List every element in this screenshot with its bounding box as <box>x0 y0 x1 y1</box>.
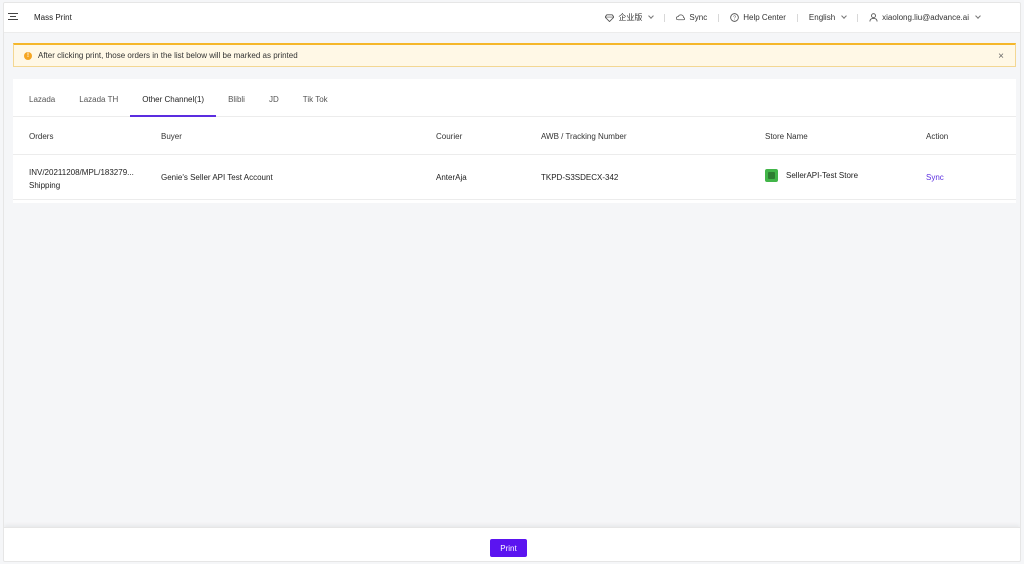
cloud-sync-icon <box>676 14 686 21</box>
store-cell: SellerAPI-Test Store <box>765 169 858 182</box>
svg-text:?: ? <box>733 16 736 22</box>
edition-label: 企业版 <box>618 13 643 22</box>
print-button[interactable]: Print <box>490 539 527 557</box>
order-status: Shipping <box>29 181 61 190</box>
edition-dropdown[interactable]: 企业版 <box>605 12 655 23</box>
footer-bar: Print <box>4 527 1020 561</box>
language-dropdown[interactable]: English <box>808 13 847 22</box>
tab-lazada[interactable]: Lazada <box>13 95 67 116</box>
divider <box>664 13 666 22</box>
order-cell: INV/20211208/MPL/183279... Shipping <box>29 166 134 192</box>
help-icon: ? <box>730 13 740 22</box>
tab-other-channel[interactable]: Other Channel(1) <box>130 95 216 117</box>
row-sync-link[interactable]: Sync <box>926 173 944 182</box>
language-label: English <box>808 13 836 22</box>
store-name: SellerAPI-Test Store <box>786 171 859 180</box>
user-icon <box>869 13 878 22</box>
chevron-down-icon <box>841 13 847 19</box>
close-icon[interactable]: × <box>998 51 1004 62</box>
page-title: Mass Print <box>34 13 72 22</box>
tab-tiktok[interactable]: Tik Tok <box>291 95 340 116</box>
divider <box>796 13 798 22</box>
store-logo-icon <box>765 169 778 182</box>
user-email: xiaolong.liu@advance.ai <box>882 13 969 22</box>
sync-label: Sync <box>689 13 708 22</box>
sync-button[interactable]: Sync <box>676 13 707 22</box>
chevron-down-icon <box>975 13 981 19</box>
tab-jd[interactable]: JD <box>257 95 291 116</box>
menu-icon[interactable] <box>8 13 18 23</box>
chevron-down-icon <box>648 13 655 19</box>
diamond-icon <box>605 14 615 22</box>
divider <box>857 13 859 22</box>
app-window: Mass Print 企业版 Sync ? Help Center Englis… <box>3 2 1021 562</box>
table-header: Orders Buyer Courier AWB / Tracking Numb… <box>13 117 1016 155</box>
courier-cell: AnterAja <box>436 173 467 182</box>
divider <box>718 13 720 22</box>
top-header: Mass Print 企业版 Sync ? Help Center Englis… <box>4 3 1020 33</box>
channel-tabs: Lazada Lazada TH Other Channel(1) Blibli… <box>13 79 1016 117</box>
tab-lazada-th[interactable]: Lazada TH <box>67 95 130 116</box>
column-header-tracking: AWB / Tracking Number <box>541 132 627 141</box>
help-center-link[interactable]: ? Help Center <box>730 13 786 22</box>
alert-message: After clicking print, those orders in th… <box>38 51 298 60</box>
column-header-orders: Orders <box>29 132 54 141</box>
order-number: INV/20211208/MPL/183279... <box>29 168 134 177</box>
column-header-store: Store Name <box>765 132 808 141</box>
tab-blibli[interactable]: Blibli <box>216 95 257 116</box>
header-actions: 企业版 Sync ? Help Center English xiaolong. <box>605 12 981 23</box>
column-header-courier: Courier <box>436 132 463 141</box>
orders-card: Lazada Lazada TH Other Channel(1) Blibli… <box>13 79 1016 203</box>
column-header-buyer: Buyer <box>161 132 182 141</box>
tracking-cell: TKPD-S3SDECX-342 <box>541 173 619 182</box>
info-alert: ! After clicking print, those orders in … <box>13 43 1016 67</box>
buyer-cell: Genie's Seller API Test Account <box>161 173 273 182</box>
table-row: INV/20211208/MPL/183279... Shipping Geni… <box>13 156 1016 200</box>
user-menu[interactable]: xiaolong.liu@advance.ai <box>869 13 981 22</box>
help-label: Help Center <box>743 13 786 22</box>
column-header-action: Action <box>926 132 949 141</box>
warning-icon: ! <box>24 51 32 60</box>
